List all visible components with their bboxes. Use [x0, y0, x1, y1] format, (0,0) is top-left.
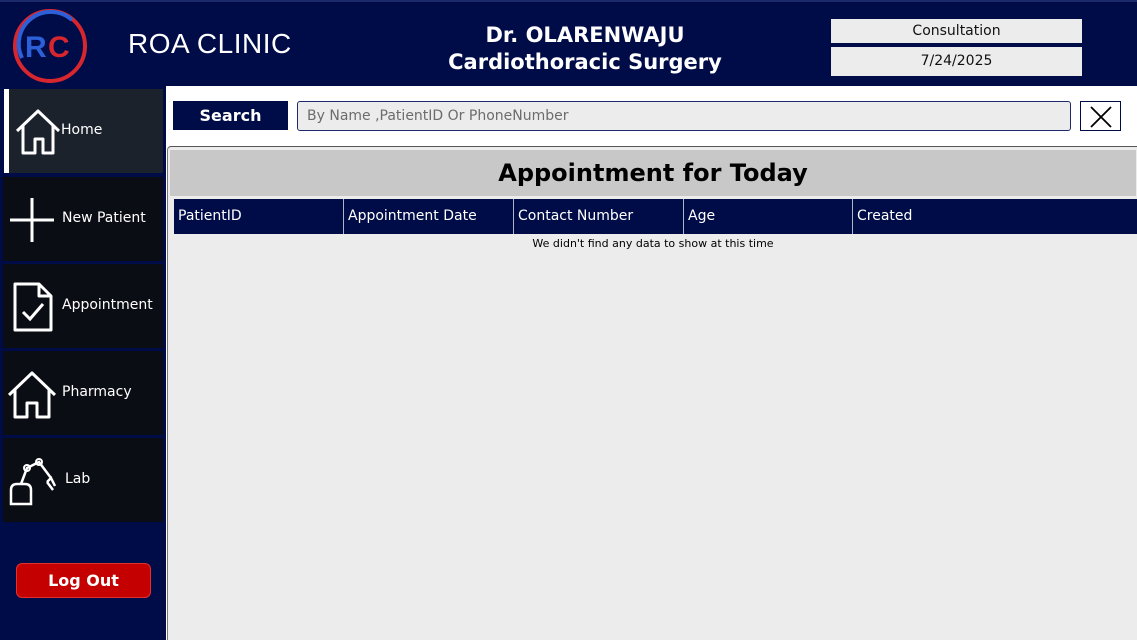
- doctor-specialty: Cardiothoracic Surgery: [448, 50, 722, 74]
- sidebar-item-home[interactable]: Home: [4, 89, 163, 173]
- svg-text:C: C: [48, 31, 70, 64]
- appointments-panel: Appointment for Today PatientID Appointm…: [167, 146, 1137, 640]
- doctor-name: Dr. OLARENWAJU: [485, 23, 685, 47]
- panel-title: Appointment for Today: [170, 150, 1136, 196]
- search-input[interactable]: [297, 101, 1071, 131]
- main-content: Search Appointment for Today PatientID A…: [166, 86, 1137, 640]
- clear-search-button[interactable]: [1080, 101, 1121, 131]
- column-header-appointment-date[interactable]: Appointment Date: [344, 199, 514, 234]
- column-header-age[interactable]: Age: [684, 199, 853, 234]
- home-icon: [7, 371, 57, 419]
- sidebar-item-pharmacy[interactable]: Pharmacy: [3, 351, 163, 435]
- table-header: PatientID Appointment Date Contact Numbe…: [174, 199, 1137, 234]
- sidebar-item-new-patient[interactable]: New Patient: [3, 177, 163, 261]
- empty-table-message: We didn't find any data to show at this …: [532, 237, 774, 250]
- clinic-logo: R C: [13, 9, 87, 83]
- doctor-info: Dr. OLARENWAJU Cardiothoracic Surgery: [430, 22, 740, 76]
- app-header: R C ROA CLINIC Dr. OLARENWAJU Cardiothor…: [0, 0, 1137, 86]
- sidebar-item-label: New Patient: [62, 210, 146, 226]
- svg-text:R: R: [25, 31, 47, 64]
- robot-arm-icon: [9, 458, 57, 506]
- sidebar-item-label: Lab: [65, 471, 91, 487]
- document-check-icon: [13, 282, 53, 332]
- clinic-name: ROA CLINIC: [128, 28, 292, 59]
- sidebar-item-appointment[interactable]: Appointment: [3, 264, 163, 348]
- column-header-contact-number[interactable]: Contact Number: [514, 199, 684, 234]
- search-button[interactable]: Search: [173, 101, 288, 130]
- consultation-label: Consultation: [831, 19, 1082, 43]
- logout-button[interactable]: Log Out: [16, 563, 151, 598]
- sidebar-item-lab[interactable]: Lab: [3, 438, 163, 522]
- plus-icon: [10, 198, 54, 242]
- column-header-patientid[interactable]: PatientID: [174, 199, 344, 234]
- sidebar-item-label: Pharmacy: [62, 384, 132, 400]
- sidebar: Home New Patient Appointment Pharmacy La…: [0, 86, 166, 640]
- close-icon: [1090, 106, 1112, 128]
- app-window: R C ROA CLINIC Dr. OLARENWAJU Cardiothor…: [0, 0, 1137, 640]
- current-date: 7/24/2025: [831, 47, 1082, 76]
- sidebar-item-label: Appointment: [62, 297, 153, 313]
- column-header-created[interactable]: Created: [853, 199, 1137, 234]
- sidebar-item-label: Home: [61, 122, 103, 138]
- home-icon: [15, 109, 61, 155]
